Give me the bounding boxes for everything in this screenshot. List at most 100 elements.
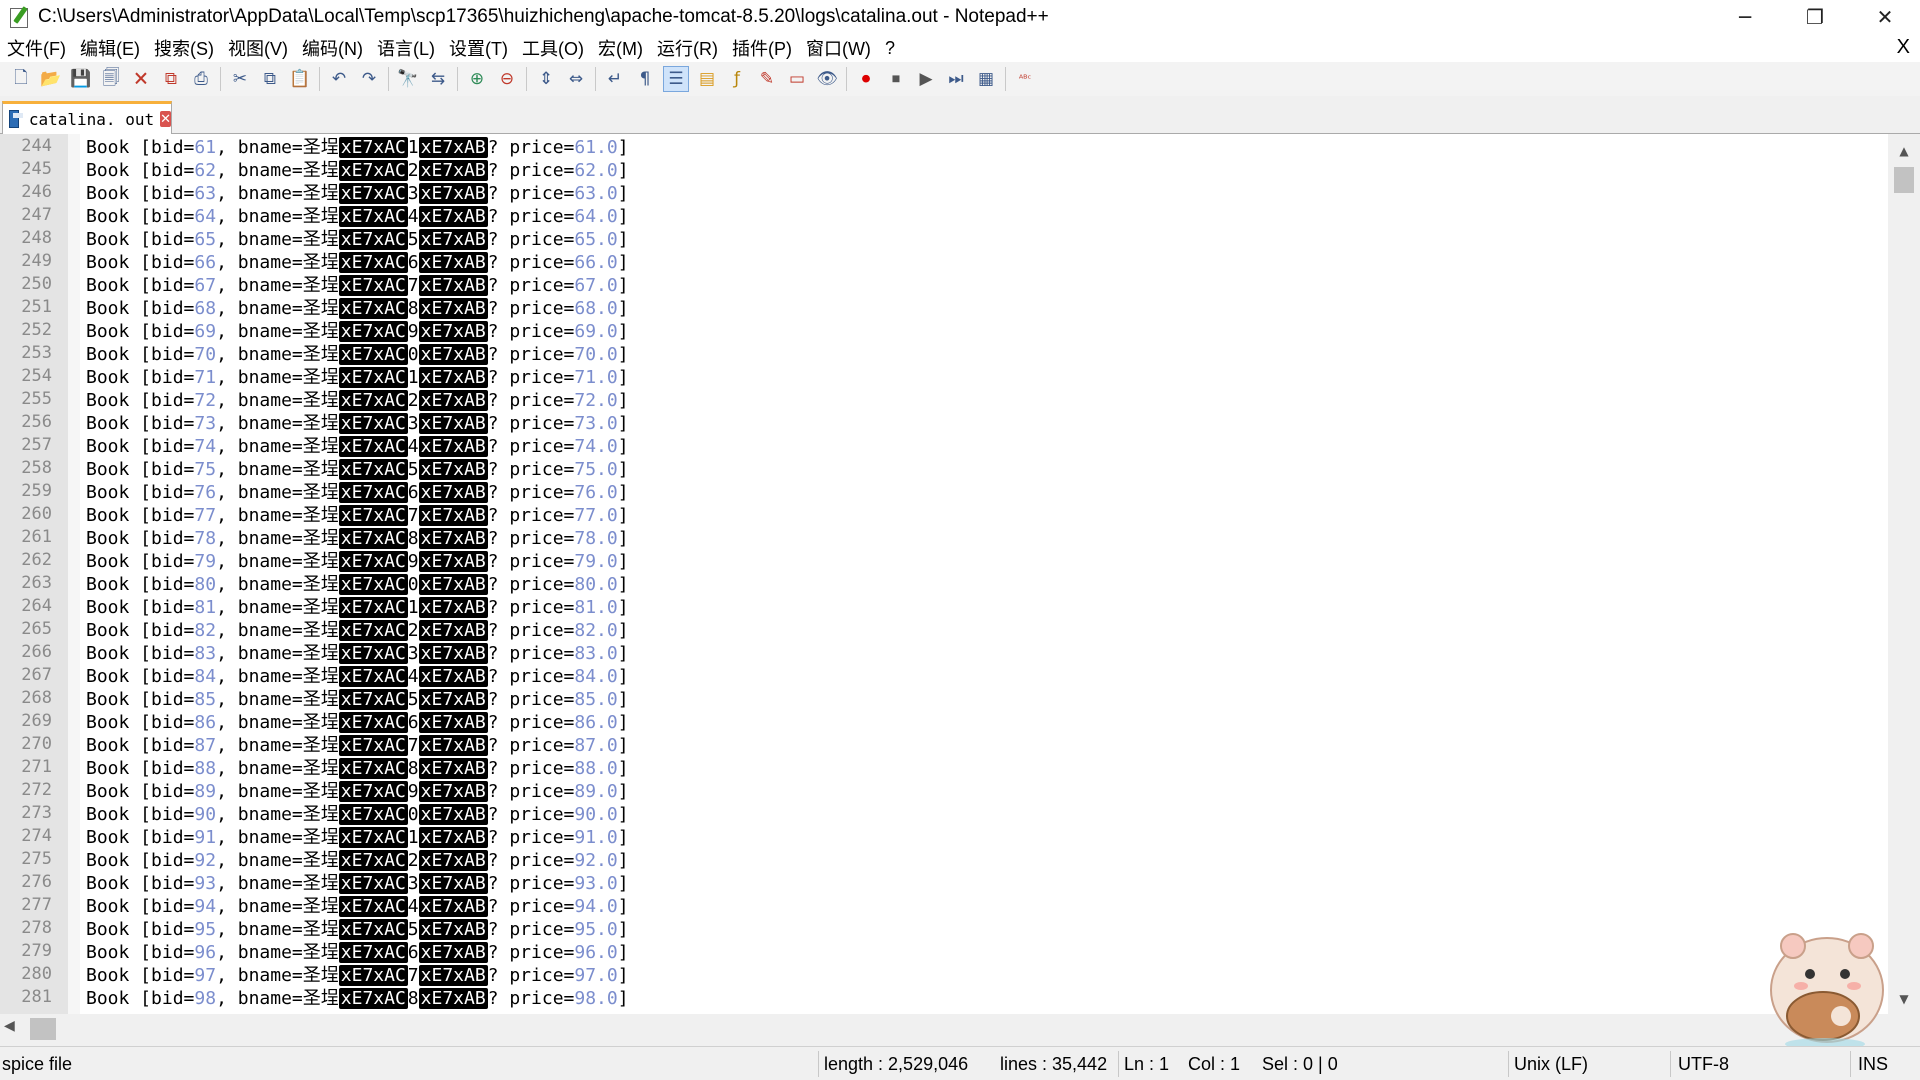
new-file-icon[interactable]: 🗋 — [9, 67, 33, 91]
minimize-button[interactable]: ─ — [1710, 0, 1780, 34]
word-wrap-icon[interactable]: ↵ — [603, 67, 627, 91]
line-number: 245 — [21, 158, 52, 179]
line-number: 275 — [21, 848, 52, 869]
line-number: 249 — [21, 250, 52, 271]
editor-area[interactable]: 244 Book [bid=61, bname=圣埕 xE7xAC 1 xE7xAB? … — [0, 134, 1920, 1014]
price-prefix: ? price= — [487, 550, 575, 572]
bid-value: 77 — [194, 504, 217, 526]
indent-guide-icon[interactable]: ☰ — [663, 66, 689, 92]
control-char-badge: xE7xAC — [338, 274, 408, 296]
bname-prefix: , bname=圣埕 — [216, 159, 339, 181]
vertical-scrollbar[interactable]: ▲ ▼ — [1888, 134, 1920, 1014]
menu-encoding[interactable]: 编码(N) — [295, 35, 370, 61]
horizontal-scroll-thumb[interactable] — [30, 1018, 56, 1040]
insert-mode-label[interactable]: INS — [1858, 1054, 1888, 1075]
menu-search[interactable]: 搜索(S) — [147, 35, 221, 61]
menu-view[interactable]: 视图(V) — [221, 35, 295, 61]
zoom-in-icon[interactable]: ⊕ — [465, 67, 489, 91]
menu-window[interactable]: 窗口(W) — [799, 35, 878, 61]
bid-value: 66 — [194, 251, 217, 273]
save-all-icon[interactable]: 🗐 — [99, 67, 123, 91]
line-prefix: Book [bid= — [86, 619, 195, 641]
redo-icon[interactable]: ↷ — [357, 67, 381, 91]
line-suffix: ] — [617, 481, 629, 503]
paste-icon[interactable]: 📋 — [288, 67, 312, 91]
selection-label: Sel : 0 | 0 — [1262, 1054, 1338, 1074]
replace-icon[interactable]: ⇆ — [426, 67, 450, 91]
copy-icon[interactable]: ⧉ — [258, 67, 282, 91]
save-icon[interactable]: 💾 — [69, 67, 93, 91]
sync-horizontal-icon[interactable]: ⇔ — [564, 67, 588, 91]
menu-language[interactable]: 语言(L) — [370, 35, 442, 61]
control-char-badge: xE7xAB — [418, 619, 488, 641]
menu-plugins[interactable]: 插件(P) — [725, 35, 799, 61]
sync-vertical-icon[interactable]: ⇕ — [534, 67, 558, 91]
scroll-left-icon[interactable]: ◀ — [4, 1018, 15, 1034]
close-document-button[interactable]: X — [1897, 36, 1910, 59]
digit-char: 0 — [407, 573, 419, 595]
control-char-badge: xE7xAC — [338, 504, 408, 526]
function-list-icon[interactable]: ƒ — [725, 67, 749, 91]
undo-icon[interactable]: ↶ — [327, 67, 351, 91]
close-icon[interactable]: 🗙 — [129, 67, 153, 91]
control-char-badge: xE7xAC — [338, 389, 408, 411]
menu-file[interactable]: 文件(F) — [0, 35, 73, 61]
control-char-badge: xE7xAB — [418, 941, 488, 963]
print-icon[interactable]: ⎙ — [189, 67, 213, 91]
price-prefix: ? price= — [487, 274, 575, 296]
open-file-icon[interactable]: 📂 — [39, 67, 63, 91]
control-char-badge: xE7xAB — [418, 573, 488, 595]
bid-value: 73 — [194, 412, 217, 434]
menu-help[interactable]: ? — [878, 38, 902, 59]
price-value: 70.0 — [574, 343, 618, 365]
doc-switcher-icon[interactable]: ▭ — [785, 67, 809, 91]
control-char-badge: xE7xAB — [418, 780, 488, 802]
eol-format-label[interactable]: Unix (LF) — [1514, 1054, 1588, 1075]
vertical-scroll-thumb[interactable] — [1894, 167, 1914, 193]
line-number: 254 — [21, 365, 52, 386]
scroll-up-icon[interactable]: ▲ — [1888, 140, 1920, 162]
save-macro-icon[interactable]: ▦ — [974, 67, 998, 91]
zoom-out-icon[interactable]: ⊖ — [495, 67, 519, 91]
tab-catalina-out[interactable]: catalina. out ✕ — [2, 101, 172, 134]
monitor-icon[interactable]: 👁 — [815, 67, 839, 91]
bid-value: 94 — [194, 895, 217, 917]
spell-check-icon[interactable]: ᴬᴮᶜ — [1013, 67, 1037, 91]
folder-workspace-icon[interactable]: ✎ — [755, 67, 779, 91]
digit-char: 3 — [407, 182, 419, 204]
encoding-label[interactable]: UTF-8 — [1678, 1054, 1729, 1075]
menu-edit[interactable]: 编辑(E) — [73, 35, 147, 61]
doc-map-icon[interactable]: ▤ — [695, 67, 719, 91]
restore-button[interactable]: ❐ — [1780, 0, 1850, 34]
menu-run[interactable]: 运行(R) — [650, 35, 725, 61]
line-suffix: ] — [617, 159, 629, 181]
price-prefix: ? price= — [487, 343, 575, 365]
notepadpp-icon[interactable] — [8, 6, 30, 28]
tab-close-icon[interactable]: ✕ — [160, 111, 171, 127]
cut-icon[interactable]: ✂ — [228, 67, 252, 91]
menu-tools[interactable]: 工具(O) — [515, 35, 591, 61]
menu-macro[interactable]: 宏(M) — [591, 35, 650, 61]
code-line: 266 Book [bid=83, bname=圣埕 xE7xAC 3 xE7xAB? … — [0, 640, 1888, 664]
control-char-badge: xE7xAB — [418, 688, 488, 710]
line-number: 253 — [21, 342, 52, 363]
menu-settings[interactable]: 设置(T) — [442, 35, 515, 61]
price-value: 97.0 — [574, 964, 618, 986]
horizontal-scrollbar[interactable]: ◀ — [0, 1014, 1888, 1046]
stop-record-icon[interactable]: ⏹ — [884, 67, 908, 91]
line-suffix: ] — [617, 849, 629, 871]
close-window-button[interactable]: ✕ — [1850, 0, 1920, 34]
price-value: 95.0 — [574, 918, 618, 940]
close-all-icon[interactable]: ⧉ — [159, 67, 183, 91]
line-suffix: ] — [617, 964, 629, 986]
run-macro-multiple-icon[interactable]: ⏭ — [944, 67, 968, 91]
show-all-chars-icon[interactable]: ¶ — [633, 67, 657, 91]
code-line: 275 Book [bid=92, bname=圣埕 xE7xAC 2 xE7xAB? … — [0, 847, 1888, 871]
price-prefix: ? price= — [487, 803, 575, 825]
record-macro-icon[interactable]: ⏺ — [854, 67, 878, 91]
bid-value: 69 — [194, 320, 217, 342]
line-number: 246 — [21, 181, 52, 202]
find-icon[interactable]: 🔭 — [396, 67, 420, 91]
play-macro-icon[interactable]: ▶ — [914, 67, 938, 91]
price-prefix: ? price= — [487, 182, 575, 204]
